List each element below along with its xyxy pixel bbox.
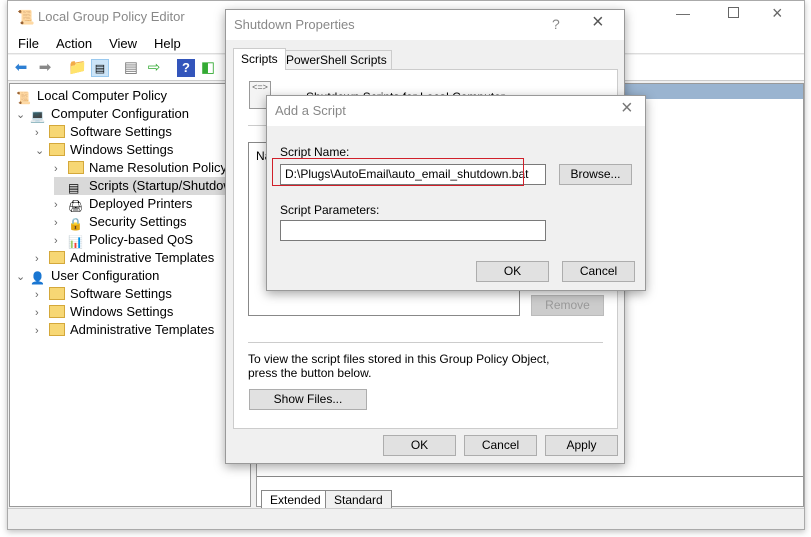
- chevron-right-icon[interactable]: ›: [35, 124, 49, 142]
- dialog-title: Shutdown Properties: [234, 17, 355, 32]
- tree-item[interactable]: › Name Resolution Policy: [54, 159, 227, 177]
- ok-button[interactable]: OK: [383, 435, 456, 456]
- tree-item[interactable]: › Administrative Templates: [35, 249, 214, 267]
- chevron-right-icon[interactable]: ›: [35, 250, 49, 268]
- dialog-title-bar: Add a Script ×: [267, 96, 645, 126]
- tree-item-label: Administrative Templates: [70, 322, 215, 337]
- tab-powershell-scripts[interactable]: PowerShell Scripts: [281, 50, 392, 69]
- tree-item[interactable]: › 📊 Policy-based QoS: [54, 231, 193, 249]
- script-parameters-label: Script Parameters:: [280, 203, 380, 217]
- tree-item-label: Policy-based QoS: [89, 232, 194, 247]
- chevron-right-icon[interactable]: ›: [35, 304, 49, 322]
- properties-icon[interactable]: ▤: [122, 59, 140, 77]
- chevron-down-icon[interactable]: ⌄: [16, 106, 30, 124]
- tree-item-label: Windows Settings: [70, 142, 174, 157]
- tree-item-label: Software Settings: [70, 124, 172, 139]
- security-icon: 🔒: [68, 217, 83, 231]
- close-button[interactable]: ×: [772, 3, 783, 24]
- chevron-down-icon[interactable]: ⌄: [35, 142, 49, 160]
- folder-icon: [49, 143, 65, 156]
- menu-view[interactable]: View: [99, 32, 144, 51]
- tree-item-label: Computer Configuration: [51, 106, 190, 121]
- folder-icon: [49, 323, 65, 336]
- tree-item-label: Windows Settings: [70, 304, 174, 319]
- policy-icon: 📜: [17, 9, 35, 25]
- tree-item[interactable]: › 🖨 Deployed Printers: [54, 195, 192, 213]
- tree-item-label: Administrative Templates: [70, 250, 215, 265]
- tree-item[interactable]: 📜 Local Computer Policy: [16, 87, 167, 105]
- tree-pane: 📜 Local Computer Policy ⌄ 💻 Computer Configu…: [9, 83, 251, 507]
- show-files-button[interactable]: Show Files...: [249, 389, 367, 410]
- tree-item[interactable]: › Software Settings: [35, 123, 172, 141]
- chevron-right-icon[interactable]: ›: [54, 232, 68, 250]
- tree-item-label: Security Settings: [89, 214, 187, 229]
- tree-item-label: Name Resolution Policy: [89, 160, 228, 175]
- folder-icon: [49, 287, 65, 300]
- tree-item[interactable]: ⌄ 💻 Computer Configuration: [16, 105, 189, 123]
- forward-icon[interactable]: ➡: [36, 59, 54, 77]
- user-icon: 👤: [30, 271, 45, 285]
- script-name-label: Script Name:: [280, 145, 350, 159]
- folder-icon: [49, 125, 65, 138]
- menu-help[interactable]: Help: [144, 32, 188, 51]
- tree-item[interactable]: ⌄ Windows Settings: [35, 141, 173, 159]
- policy-icon: 📜: [16, 91, 31, 105]
- cancel-button[interactable]: Cancel: [562, 261, 635, 282]
- show-hide-tree-icon[interactable]: ▤: [91, 59, 109, 77]
- ok-button[interactable]: OK: [476, 261, 549, 282]
- tree-item[interactable]: › Software Settings: [35, 285, 172, 303]
- tab-standard[interactable]: Standard: [325, 490, 392, 508]
- tree-item-label: Local Computer Policy: [37, 88, 168, 103]
- tree-item[interactable]: ⌄ 👤 User Configuration: [16, 267, 159, 285]
- back-icon[interactable]: ⬅: [12, 59, 30, 77]
- tab-scripts[interactable]: Scripts: [233, 48, 286, 70]
- tree-item[interactable]: › Administrative Templates: [35, 321, 214, 339]
- close-button[interactable]: ×: [592, 11, 604, 34]
- qos-chart-icon: 📊: [68, 235, 83, 249]
- cancel-button[interactable]: Cancel: [464, 435, 537, 456]
- script-parameters-input[interactable]: [280, 220, 546, 241]
- tree-item[interactable]: › Windows Settings: [35, 303, 173, 321]
- printer-icon: 🖨: [68, 199, 84, 213]
- up-folder-icon[interactable]: 📁: [68, 59, 87, 77]
- browse-button[interactable]: Browse...: [559, 164, 632, 185]
- highlight-box: [272, 158, 524, 186]
- status-bar: [8, 508, 804, 529]
- folder-icon: [49, 251, 65, 264]
- dialog-title-bar: Shutdown Properties ? ×: [226, 10, 624, 40]
- chevron-down-icon[interactable]: ⌄: [16, 268, 30, 286]
- folder-icon: [68, 161, 84, 174]
- apply-button[interactable]: Apply: [545, 435, 618, 456]
- close-button[interactable]: ×: [621, 97, 633, 120]
- info-text: To view the script files stored in this …: [248, 352, 550, 380]
- chevron-right-icon[interactable]: ›: [35, 286, 49, 304]
- chevron-right-icon[interactable]: ›: [35, 322, 49, 340]
- folder-icon: [49, 305, 65, 318]
- tree-item[interactable]: ▤ Scripts (Startup/Shutdown): [54, 177, 245, 195]
- chevron-right-icon[interactable]: ›: [54, 196, 68, 214]
- tree-item-label: Software Settings: [70, 286, 172, 301]
- show-action-pane-icon[interactable]: ◧: [199, 59, 217, 77]
- chevron-right-icon[interactable]: ›: [54, 160, 68, 178]
- tree-item[interactable]: › 🔒 Security Settings: [54, 213, 187, 231]
- script-icon: ▤: [68, 181, 80, 195]
- help-button[interactable]: ?: [552, 16, 560, 32]
- window-title: Local Group Policy Editor: [38, 9, 185, 24]
- export-list-icon[interactable]: ⇨: [145, 59, 163, 77]
- maximize-button[interactable]: [728, 7, 739, 18]
- tree-item-label: Deployed Printers: [89, 196, 193, 211]
- tree-item-label: Scripts (Startup/Shutdown): [89, 178, 245, 193]
- add-script-dialog: Add a Script × Script Name: D:\Plugs\Aut…: [266, 95, 646, 291]
- minimize-button[interactable]: —: [676, 5, 690, 21]
- menu-action[interactable]: Action: [46, 32, 99, 51]
- computer-icon: 💻: [30, 109, 45, 123]
- chevron-right-icon[interactable]: ›: [54, 214, 68, 232]
- dialog-title: Add a Script: [275, 103, 346, 118]
- help-icon[interactable]: ?: [177, 59, 195, 77]
- remove-button[interactable]: Remove: [531, 295, 604, 316]
- menu-file[interactable]: File: [8, 32, 46, 51]
- tree-item-label: User Configuration: [51, 268, 160, 283]
- tab-extended[interactable]: Extended: [261, 490, 330, 508]
